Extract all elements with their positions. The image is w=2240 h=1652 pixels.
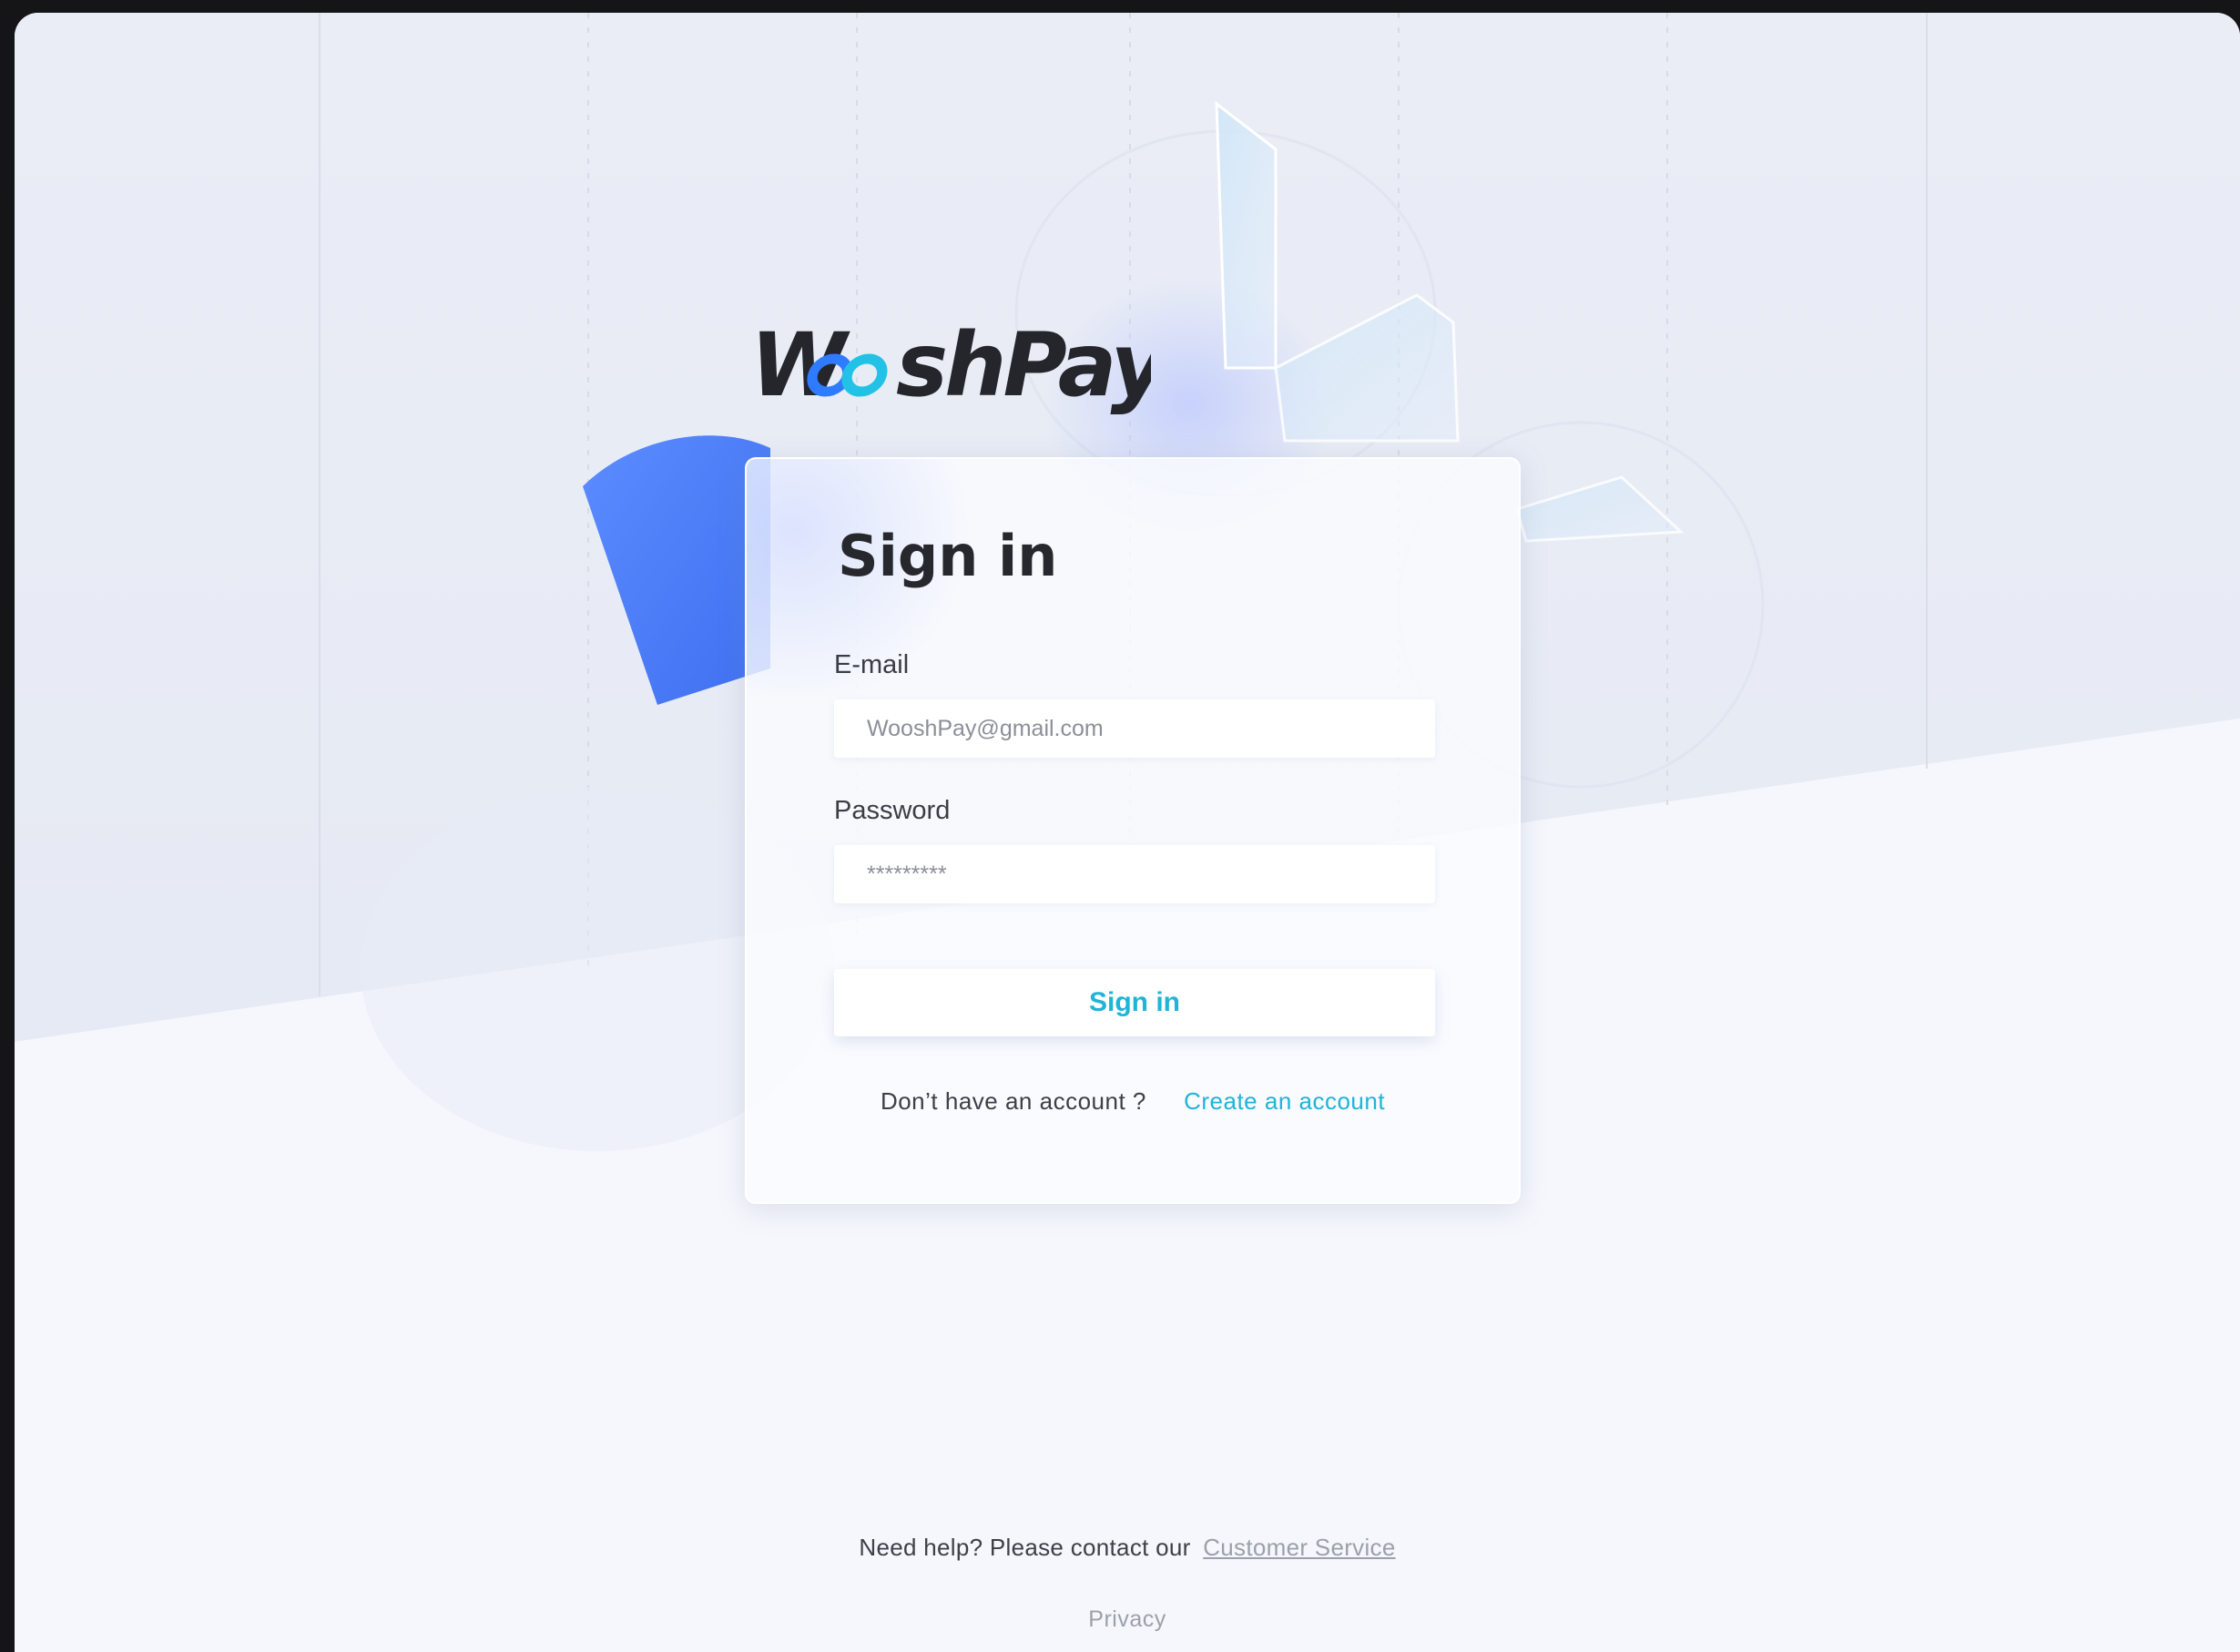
signin-button[interactable]: Sign in (834, 969, 1435, 1036)
footer-help: Need help? Please contact our Customer S… (15, 1534, 2240, 1562)
signin-title: Sign in (838, 523, 1058, 589)
create-account-row: Don’t have an account ? Create an accoun… (747, 1087, 1519, 1116)
email-label: E-mail (834, 650, 910, 679)
email-input[interactable] (834, 699, 1435, 758)
help-text: Need help? Please contact our (859, 1534, 1191, 1561)
browser-window: W shPay Sign in E-mail Password Sign in … (15, 13, 2240, 1652)
no-account-text: Don’t have an account ? (880, 1087, 1146, 1115)
logo-wordmark-part2: shPay (896, 314, 1151, 416)
password-label: Password (834, 796, 951, 825)
privacy-link[interactable]: Privacy (15, 1606, 2240, 1633)
wooshpay-logo: W shPay (750, 314, 1151, 416)
password-input[interactable] (834, 845, 1435, 903)
signin-card: Sign in E-mail Password Sign in Don’t ha… (745, 457, 1521, 1204)
customer-service-link[interactable]: Customer Service (1203, 1534, 1395, 1561)
logo-wordmark-part1: W (750, 314, 850, 416)
create-account-link[interactable]: Create an account (1184, 1087, 1385, 1115)
